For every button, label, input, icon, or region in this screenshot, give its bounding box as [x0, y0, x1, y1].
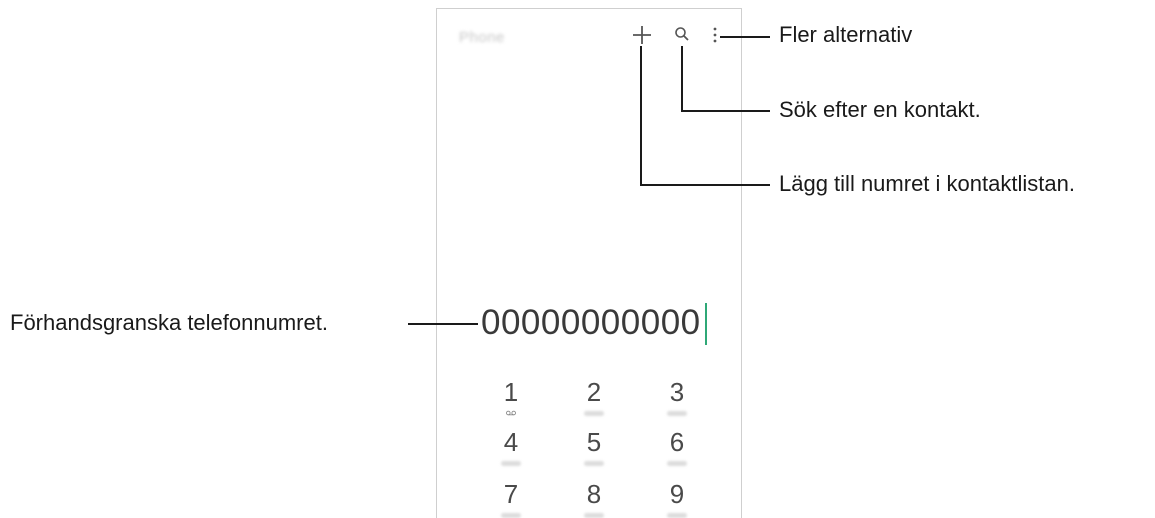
keypad-key-4[interactable]: 4	[481, 427, 541, 466]
key-letters	[501, 513, 521, 518]
plus-icon[interactable]	[630, 23, 654, 47]
keypad-key-8[interactable]: 8	[564, 479, 624, 518]
text-cursor	[705, 303, 707, 345]
keypad-key-3[interactable]: 3	[647, 377, 707, 416]
keypad-key-2[interactable]: 2	[564, 377, 624, 416]
phone-screen: Phone 00000000000 1 2 3 4 5 6 7 8 9	[436, 8, 742, 518]
more-options-icon[interactable]	[711, 24, 719, 46]
app-title: Phone	[459, 29, 505, 46]
leader-line-more-options	[720, 36, 770, 38]
key-digit: 1	[503, 377, 519, 407]
leader-line-search-vertical	[681, 46, 683, 111]
callout-preview-number: Förhandsgranska telefonnumret.	[10, 310, 328, 335]
keypad-key-1[interactable]: 1	[481, 377, 541, 418]
key-digit: 3	[669, 377, 685, 407]
callout-add-to-contacts: Lägg till numret i kontaktlistan.	[779, 171, 1075, 196]
callout-more-options: Fler alternativ	[779, 22, 913, 47]
key-letters	[501, 461, 521, 466]
key-digit: 6	[669, 427, 685, 457]
key-digit: 4	[503, 427, 519, 457]
keypad-key-5[interactable]: 5	[564, 427, 624, 466]
key-digit: 8	[586, 479, 602, 509]
key-digit: 9	[669, 479, 685, 509]
voicemail-icon	[481, 409, 541, 418]
leader-line-preview	[408, 323, 478, 325]
search-icon[interactable]	[672, 24, 692, 44]
key-letters	[584, 461, 604, 466]
key-letters	[584, 411, 604, 416]
leader-line-search-horizontal	[681, 110, 770, 112]
keypad-key-6[interactable]: 6	[647, 427, 707, 466]
key-digit: 2	[586, 377, 602, 407]
leader-line-add-horizontal	[640, 184, 770, 186]
keypad-key-9[interactable]: 9	[647, 479, 707, 518]
keypad-key-7[interactable]: 7	[481, 479, 541, 518]
leader-line-add-vertical	[640, 46, 642, 185]
key-letters	[667, 461, 687, 466]
annotated-screenshot: Phone 00000000000 1 2 3 4 5 6 7 8 9 Fler…	[0, 0, 1155, 518]
key-letters	[667, 411, 687, 416]
key-letters	[667, 513, 687, 518]
key-digit: 5	[586, 427, 602, 457]
callout-search-contact: Sök efter en kontakt.	[779, 97, 981, 122]
key-letters	[584, 513, 604, 518]
phone-number-display[interactable]: 00000000000	[481, 303, 701, 343]
key-digit: 7	[503, 479, 519, 509]
